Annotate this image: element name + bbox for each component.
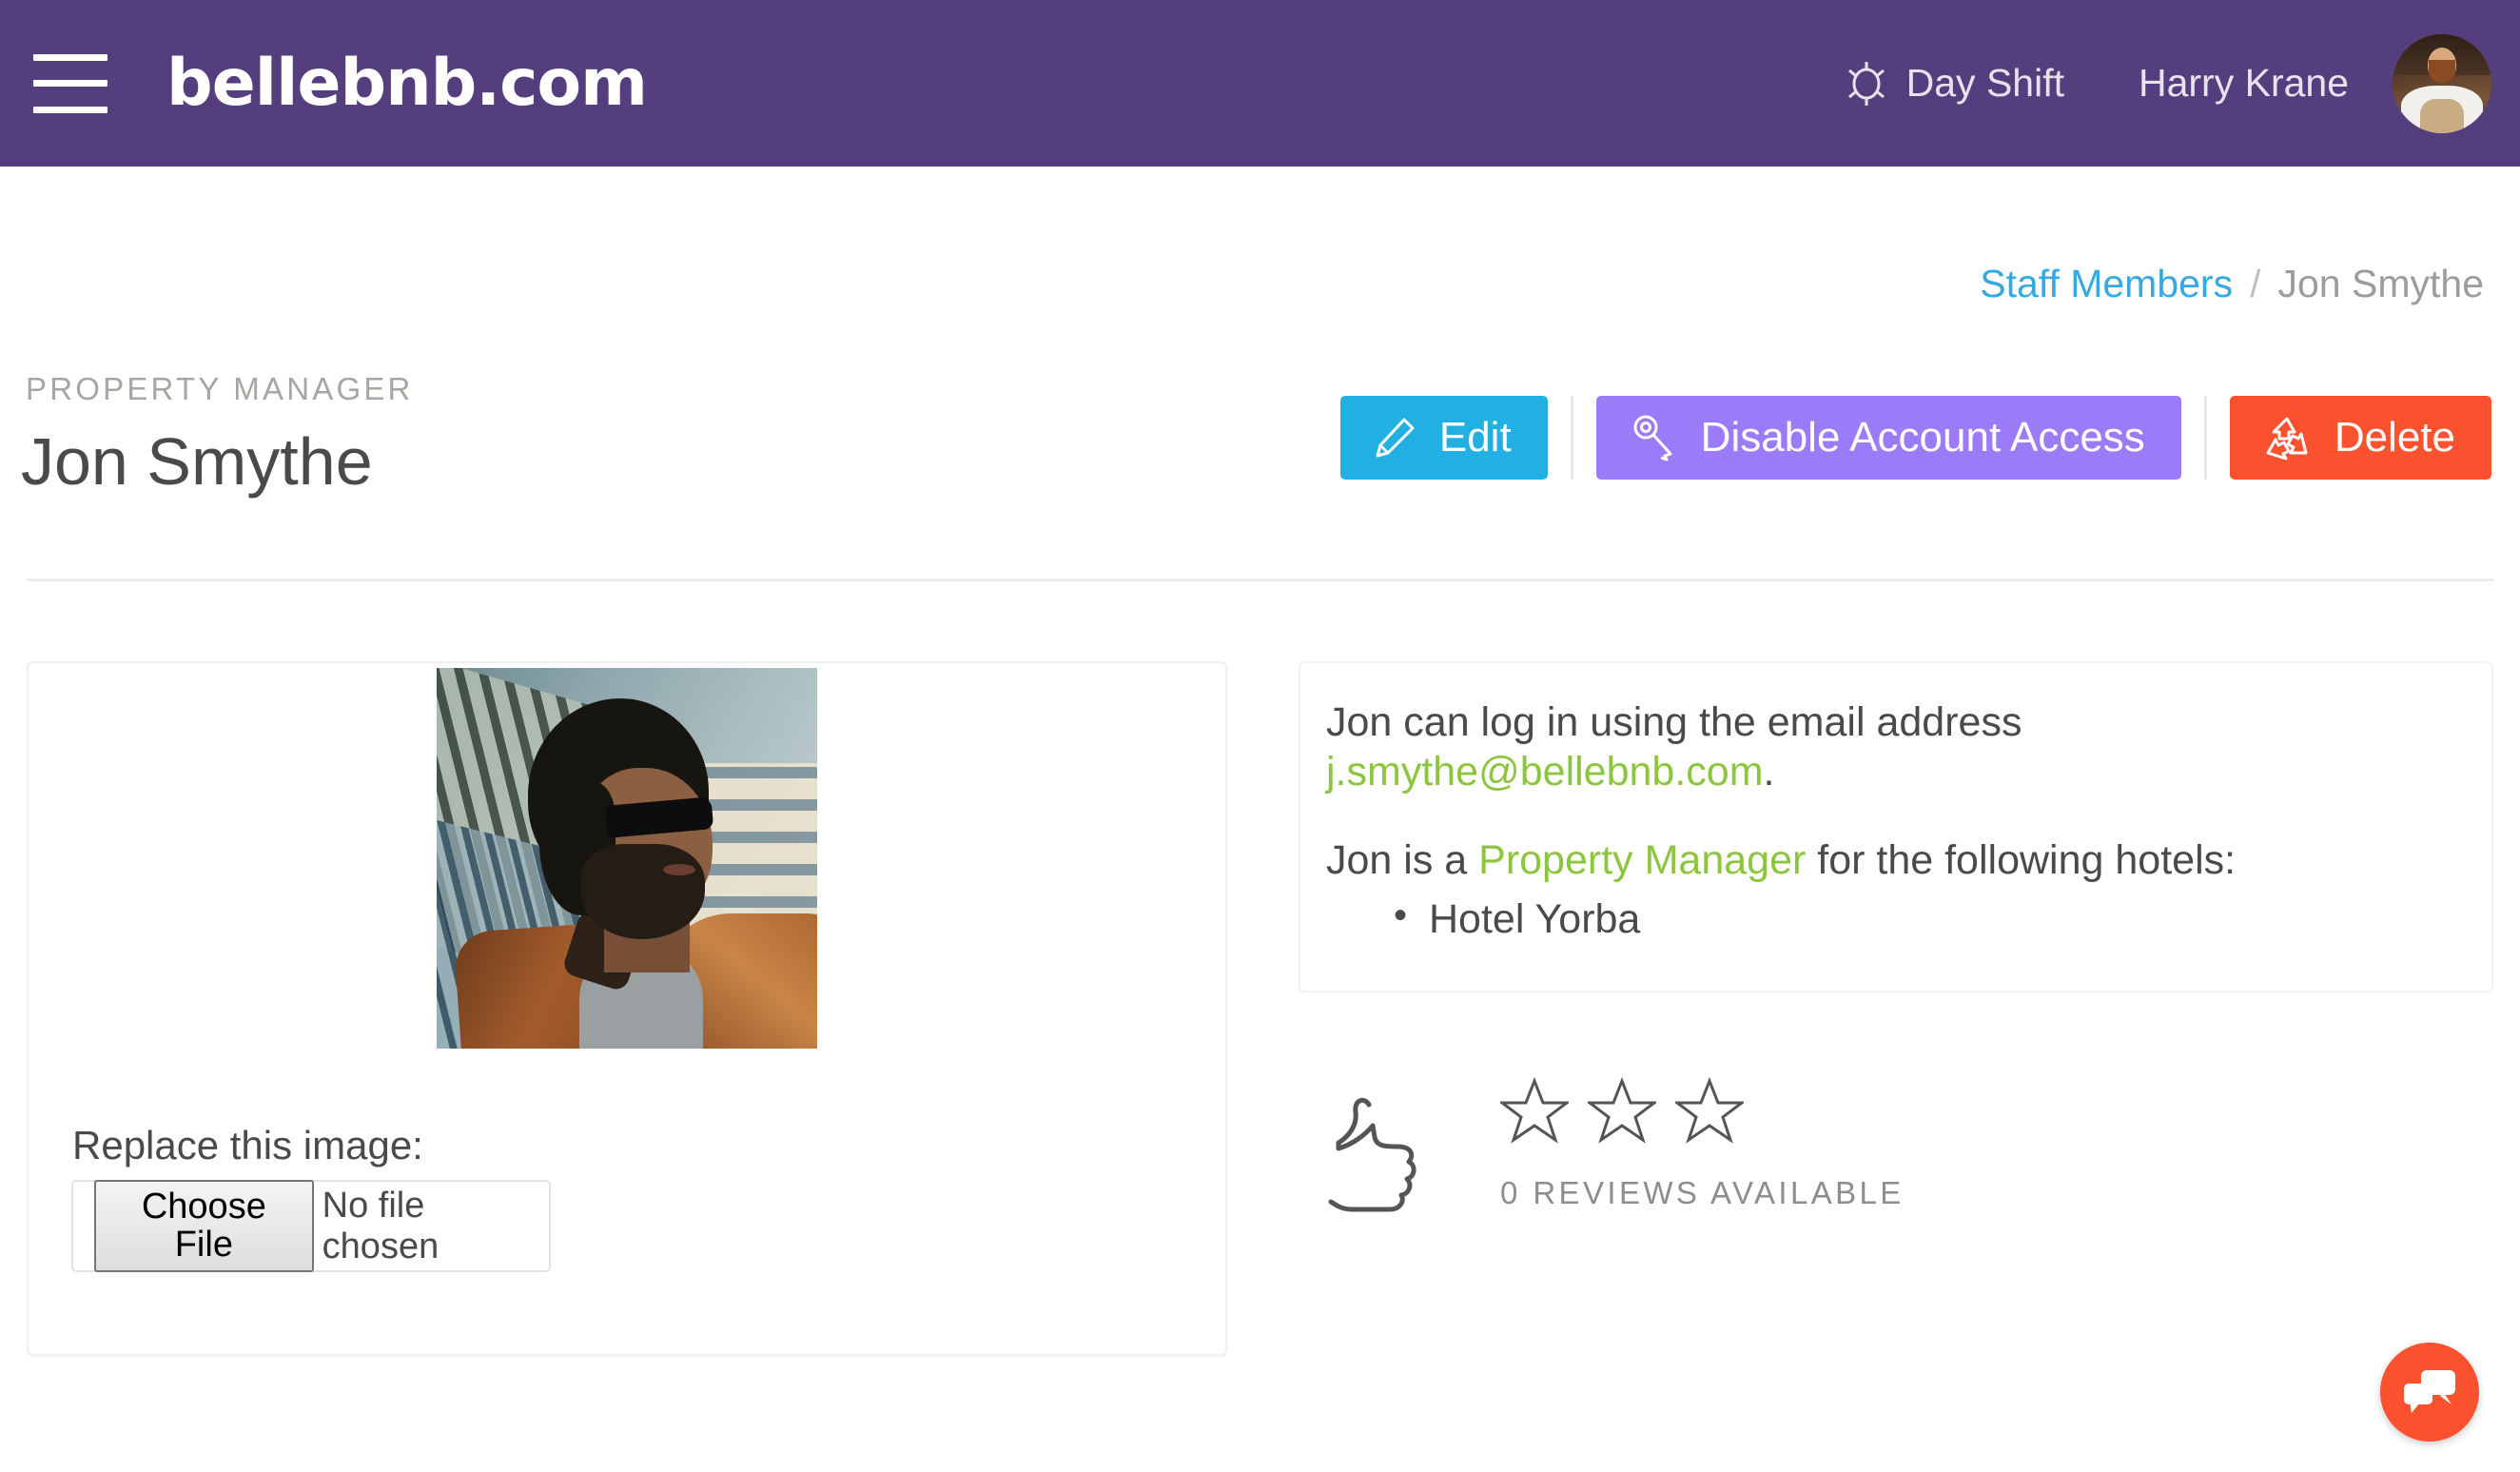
- avatar[interactable]: [2393, 33, 2491, 133]
- hamburger-menu-icon[interactable]: [33, 53, 107, 113]
- reviews-count-label: 0 REVIEWS AVAILABLE: [1500, 1175, 1905, 1210]
- role-link[interactable]: Property Manager: [1478, 837, 1806, 883]
- page-role-label: PROPERTY MANAGER: [26, 371, 414, 406]
- choose-file-button[interactable]: Choose File: [94, 1179, 314, 1273]
- sun-icon: [1847, 61, 1885, 106]
- page-header-row: PROPERTY MANAGER Jon Smythe Edit Disable…: [0, 371, 2520, 580]
- breadcrumb-separator: /: [2250, 262, 2261, 305]
- account-info-card: Jon can log in using the email address j…: [1299, 661, 2493, 992]
- disable-account-access-label: Disable Account Access: [1700, 414, 2145, 461]
- star-icon[interactable]: [1588, 1076, 1656, 1145]
- login-email-suffix: .: [1763, 749, 1775, 795]
- hamburger-bar-2: [33, 80, 107, 87]
- avatar-beard: [2429, 59, 2455, 83]
- brand-logo[interactable]: bellebnb.com: [166, 50, 648, 116]
- top-header-bar: bellebnb.com Day Shift Harry Krane: [0, 0, 2520, 167]
- chat-bubbles-icon: [2404, 1370, 2455, 1413]
- edit-button-label: Edit: [1438, 414, 1512, 461]
- disable-account-access-button[interactable]: Disable Account Access: [1595, 396, 2181, 480]
- page-title: Jon Smythe: [21, 424, 373, 499]
- breadcrumb-current: Jon Smythe: [2277, 262, 2485, 305]
- file-upload-input[interactable]: Choose File No file chosen: [71, 1179, 551, 1273]
- file-status-text: No file chosen: [322, 1185, 440, 1266]
- star-icon[interactable]: [1675, 1076, 1744, 1145]
- replace-image-label: Replace this image:: [72, 1123, 423, 1168]
- pencil-icon: [1376, 418, 1415, 458]
- hamburger-bar-3: [33, 106, 107, 113]
- day-shift-label: Day Shift: [1905, 61, 2064, 105]
- avatar-apron: [2420, 99, 2464, 133]
- header-divider: [27, 579, 2494, 581]
- current-user-name[interactable]: Harry Krane: [2139, 61, 2349, 106]
- action-divider-2: [2203, 396, 2207, 480]
- breadcrumb-parent-link[interactable]: Staff Members: [1980, 262, 2233, 306]
- header-right-group: Day Shift Harry Krane: [1842, 33, 2491, 133]
- assigned-hotels-list: Hotel Yorba: [1391, 894, 1640, 943]
- delete-button[interactable]: Delete: [2229, 396, 2491, 480]
- role-sentence: Jon is a Property Manager for the follow…: [1326, 835, 2449, 885]
- photo-lips: [663, 864, 695, 875]
- staff-profile-photo: [437, 668, 817, 1049]
- star-rating[interactable]: [1500, 1076, 1744, 1145]
- delete-button-label: Delete: [2334, 414, 2455, 461]
- role-sentence-prefix: Jon is a: [1326, 837, 1479, 883]
- login-email-sentence: Jon can log in using the email address j…: [1326, 697, 2449, 797]
- photo-beard: [581, 844, 705, 939]
- chat-widget-button[interactable]: [2380, 1343, 2479, 1442]
- role-sentence-suffix: for the following hotels:: [1806, 837, 2237, 883]
- hamburger-bar-1: [33, 53, 107, 61]
- action-button-group: Edit Disable Account Access Delete: [1339, 396, 2491, 480]
- day-shift-button[interactable]: Day Shift: [1842, 59, 2064, 108]
- recycle-icon: [2266, 417, 2308, 461]
- edit-button[interactable]: Edit: [1339, 396, 1548, 480]
- thumbs-up-icon: [1328, 1097, 1416, 1212]
- profile-photo-card: Replace this image: Choose File No file …: [27, 661, 1227, 1356]
- staff-email-link[interactable]: j.smythe@bellebnb.com: [1326, 749, 1764, 795]
- breadcrumb: Staff Members / Jon Smythe: [1980, 262, 2484, 306]
- login-email-prefix: Jon can log in using the email address: [1326, 699, 2022, 745]
- star-icon[interactable]: [1500, 1076, 1569, 1145]
- action-divider-1: [1570, 396, 1573, 480]
- key-icon: [1633, 415, 1672, 461]
- list-item: Hotel Yorba: [1391, 894, 1640, 943]
- reviews-section: 0 REVIEWS AVAILABLE: [1299, 1070, 2493, 1261]
